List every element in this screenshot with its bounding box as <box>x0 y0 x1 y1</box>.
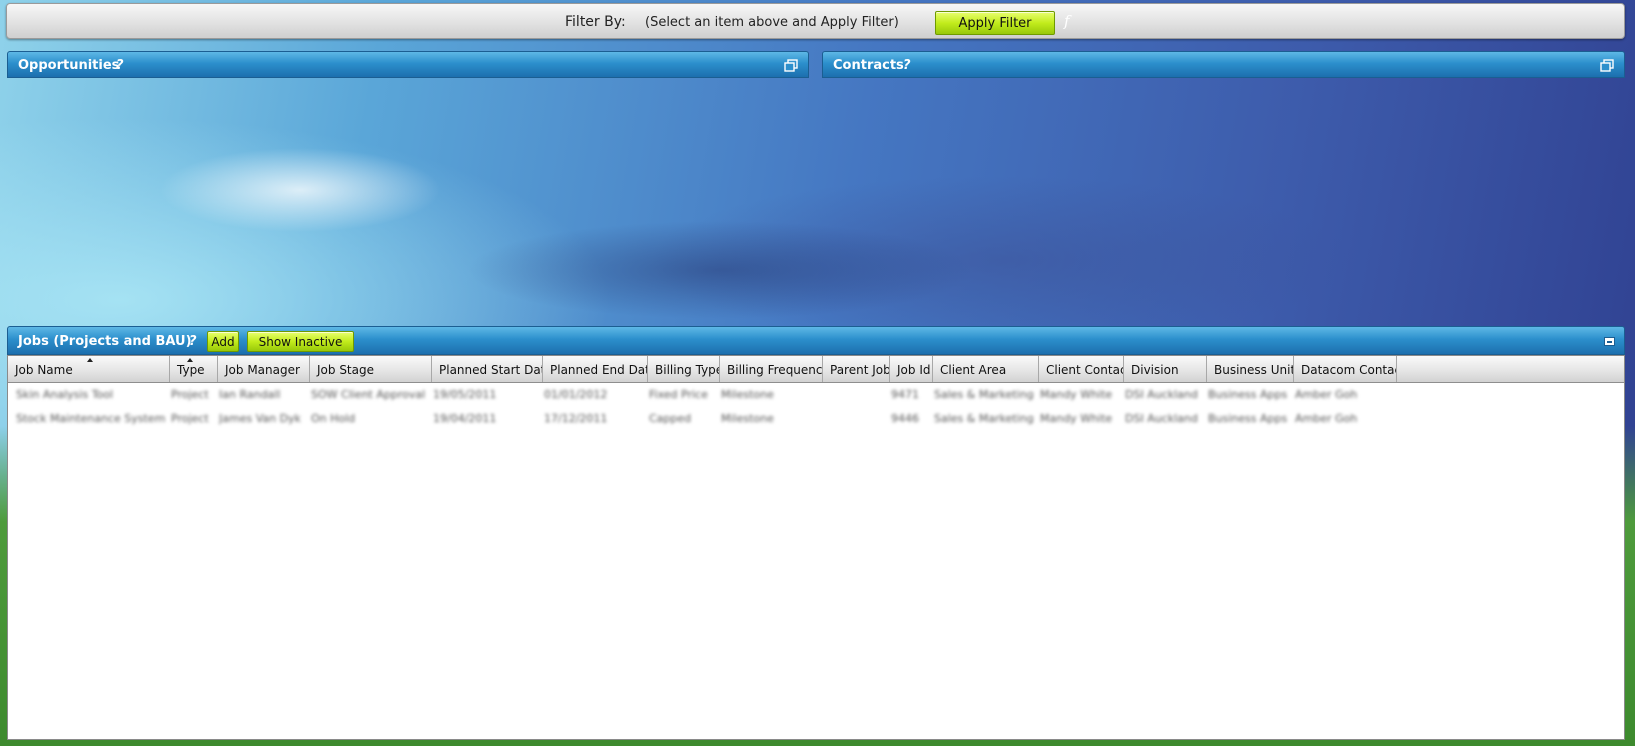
apply-filter-button[interactable]: Apply Filter <box>935 11 1055 35</box>
cell-job-stage: On Hold <box>311 412 356 425</box>
column-header-billing-type[interactable]: Billing Type <box>648 356 720 382</box>
cell-type: Project <box>171 388 209 401</box>
jobs-panel-header: Jobs (Projects and BAU) ? Add Show Inact… <box>7 326 1625 355</box>
cell-billing-type: Fixed Price <box>649 388 708 401</box>
show-inactive-button[interactable]: Show Inactive <box>247 331 354 352</box>
column-header-parent-job[interactable]: Parent Job <box>823 356 890 382</box>
cell-business-unit: Business Apps <box>1208 388 1288 401</box>
restore-window-icon[interactable] <box>784 59 798 72</box>
contracts-help-icon[interactable]: ? <box>903 58 911 73</box>
cell-billing-type: Capped <box>649 412 692 425</box>
filter-label: Filter By: <box>565 14 626 30</box>
cell-job-id: 9446 <box>891 412 919 425</box>
cell-division: DSI Auckland <box>1125 412 1198 425</box>
column-header-type[interactable]: Type <box>170 356 218 382</box>
contracts-panel-header: Contracts ? <box>822 51 1625 78</box>
cell-type: Project <box>171 412 209 425</box>
table-row[interactable]: Skin Analysis Tool Project Ian Randall S… <box>8 383 1458 407</box>
column-header-planned-start-date[interactable]: Planned Start Date <box>432 356 543 382</box>
cell-planned-end: 17/12/2011 <box>544 412 608 425</box>
cell-client-contact: Mandy White <box>1040 388 1113 401</box>
jobs-title: Jobs (Projects and BAU) <box>18 334 192 349</box>
add-job-button[interactable]: Add <box>207 331 239 352</box>
table-row[interactable]: Stock Maintenance System Project James V… <box>8 407 1458 431</box>
filter-hint: (Select an item above and Apply Filter) <box>645 15 899 30</box>
cell-billing-frequency: Milestone <box>721 412 774 425</box>
column-header-datacom-contact[interactable]: Datacom Contact <box>1294 356 1397 382</box>
cell-job-stage: SOW Client Approval <box>311 388 426 401</box>
column-header-billing-frequency[interactable]: Billing Frequency <box>720 356 823 382</box>
cell-planned-end: 01/01/2012 <box>544 388 608 401</box>
column-header-client-contact[interactable]: Client Contact <box>1039 356 1124 382</box>
cell-datacom-contact: Amber Goh <box>1295 412 1358 425</box>
column-header-job-manager[interactable]: Job Manager <box>218 356 310 382</box>
column-header-job-stage[interactable]: Job Stage <box>310 356 432 382</box>
opportunities-panel-header: Opportunities ? <box>7 51 809 78</box>
opportunities-help-icon[interactable]: ? <box>116 58 124 73</box>
filter-bar: Filter By: (Select an item above and App… <box>6 3 1625 39</box>
cell-planned-start: 19/04/2011 <box>433 412 497 425</box>
cell-job-manager: James Van Dyk <box>219 412 301 425</box>
column-header-planned-end-date[interactable]: Planned End Date <box>543 356 648 382</box>
cell-client-area: Sales & Marketing <box>934 388 1034 401</box>
cell-division: DSI Auckland <box>1125 388 1198 401</box>
cell-client-area: Sales & Marketing <box>934 412 1034 425</box>
contracts-title: Contracts <box>833 58 904 73</box>
cell-planned-start: 19/05/2011 <box>433 388 497 401</box>
cell-job-name: Skin Analysis Tool <box>16 388 114 401</box>
column-header-job-id[interactable]: Job Id <box>890 356 933 382</box>
restore-window-icon[interactable] <box>1600 59 1614 72</box>
minimize-icon[interactable] <box>1604 337 1615 346</box>
column-header-division[interactable]: Division <box>1124 356 1207 382</box>
cell-datacom-contact: Amber Goh <box>1295 388 1358 401</box>
jobs-help-icon[interactable]: ? <box>189 334 197 349</box>
jobs-grid: Job Name Type Job Manager Job Stage Plan… <box>7 355 1625 740</box>
column-header-business-unit[interactable]: Business Unit <box>1207 356 1294 382</box>
cell-business-unit: Business Apps <box>1208 412 1288 425</box>
cell-billing-frequency: Milestone <box>721 388 774 401</box>
grid-header-row: Job Name Type Job Manager Job Stage Plan… <box>8 356 1624 383</box>
opportunities-title: Opportunities <box>18 58 120 73</box>
column-header-client-area[interactable]: Client Area <box>933 356 1039 382</box>
cell-job-name: Stock Maintenance System <box>16 412 166 425</box>
sort-ascending-icon <box>87 358 93 362</box>
cell-job-manager: Ian Randall <box>219 388 281 401</box>
cell-client-contact: Mandy White <box>1040 412 1113 425</box>
cell-job-id: 9471 <box>891 388 919 401</box>
filter-f-icon[interactable]: f <box>1064 12 1070 30</box>
sort-ascending-icon <box>187 358 193 362</box>
